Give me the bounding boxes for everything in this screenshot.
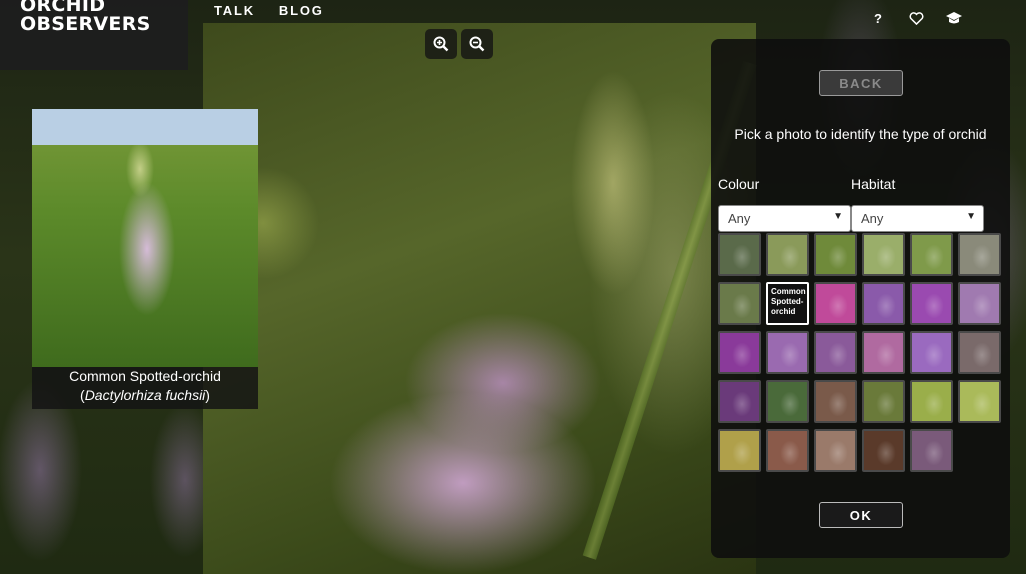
orchid-thumbnail[interactable] xyxy=(910,380,953,423)
logo[interactable]: ORCHID OBSERVERS xyxy=(0,0,188,70)
species-caption: Common Spotted-orchid (Dactylorhiza fuch… xyxy=(32,367,258,409)
species-card: Common Spotted-orchid (Dactylorhiza fuch… xyxy=(32,109,258,409)
orchid-thumbnail[interactable] xyxy=(766,233,809,276)
orchid-thumbnail[interactable] xyxy=(862,282,905,325)
ok-button[interactable]: OK xyxy=(819,502,903,528)
orchid-thumbnail[interactable] xyxy=(814,233,857,276)
orchid-thumbnail[interactable] xyxy=(766,331,809,374)
orchid-thumbnail[interactable] xyxy=(814,380,857,423)
zoom-in-button[interactable] xyxy=(425,29,457,59)
habitat-label: Habitat xyxy=(851,176,896,192)
orchid-thumbnail[interactable] xyxy=(910,429,953,472)
paren-close: ) xyxy=(205,387,210,403)
orchid-thumbnail[interactable] xyxy=(862,380,905,423)
orchid-thumbnail[interactable] xyxy=(910,233,953,276)
nav-talk[interactable]: TALK xyxy=(214,3,255,18)
identify-panel: BACK Pick a photo to identify the type o… xyxy=(711,39,1010,558)
species-photo xyxy=(32,109,258,367)
orchid-thumbnail[interactable] xyxy=(718,429,761,472)
zoom-in-icon xyxy=(433,36,449,52)
species-latin-name: Dactylorhiza fuchsii xyxy=(84,387,206,403)
colour-select-value: Any xyxy=(728,211,751,226)
back-button[interactable]: BACK xyxy=(819,70,903,96)
header-actions: ? xyxy=(866,7,966,29)
colour-select[interactable]: Any ▼ xyxy=(718,205,851,232)
orchid-thumbnail[interactable] xyxy=(718,331,761,374)
orchid-thumbnail[interactable] xyxy=(958,233,1001,276)
graduation-cap-icon[interactable] xyxy=(942,7,966,29)
logo-line-2: OBSERVERS xyxy=(20,13,151,35)
orchid-thumbnail[interactable] xyxy=(718,282,761,325)
orchid-thumbnail[interactable] xyxy=(766,380,809,423)
orchid-thumbnail[interactable] xyxy=(862,429,905,472)
orchid-thumbnail[interactable] xyxy=(718,233,761,276)
zoom-out-icon xyxy=(469,36,485,52)
orchid-thumbnail[interactable] xyxy=(766,429,809,472)
orchid-thumbnail[interactable] xyxy=(814,331,857,374)
heart-icon[interactable] xyxy=(904,7,928,29)
orchid-thumbnail[interactable] xyxy=(910,282,953,325)
orchid-thumbnail[interactable] xyxy=(814,429,857,472)
orchid-thumbnail[interactable] xyxy=(718,380,761,423)
instruction-text: Pick a photo to identify the type of orc… xyxy=(734,126,987,142)
zoom-out-button[interactable] xyxy=(461,29,493,59)
colour-label: Colour xyxy=(718,176,760,192)
orchid-thumbnail[interactable]: Common Spotted-orchid xyxy=(766,282,809,325)
orchid-thumbnail[interactable] xyxy=(958,282,1001,325)
orchid-thumbnail[interactable] xyxy=(958,331,1001,374)
main-nav: TALK BLOG xyxy=(214,3,324,18)
habitat-select-value: Any xyxy=(861,211,884,226)
orchid-photo xyxy=(203,23,757,574)
orchid-thumbnail[interactable] xyxy=(958,380,1001,423)
habitat-select[interactable]: Any ▼ xyxy=(851,205,984,232)
thumbnail-label: Common Spotted-orchid xyxy=(771,287,806,316)
orchid-thumbnail-grid: Common Spotted-orchid xyxy=(718,233,1008,472)
orchid-thumbnail[interactable] xyxy=(862,331,905,374)
orchid-thumbnail[interactable] xyxy=(910,331,953,374)
dropdown-arrow-icon: ▼ xyxy=(833,211,843,222)
orchid-thumbnail[interactable] xyxy=(862,233,905,276)
orchid-thumbnail[interactable] xyxy=(814,282,857,325)
dropdown-arrow-icon: ▼ xyxy=(966,211,976,222)
nav-blog[interactable]: BLOG xyxy=(279,3,324,18)
species-latin-line: (Dactylorhiza fuchsii) xyxy=(32,386,258,405)
species-common-name: Common Spotted-orchid xyxy=(69,368,221,384)
question-icon[interactable]: ? xyxy=(866,7,890,29)
